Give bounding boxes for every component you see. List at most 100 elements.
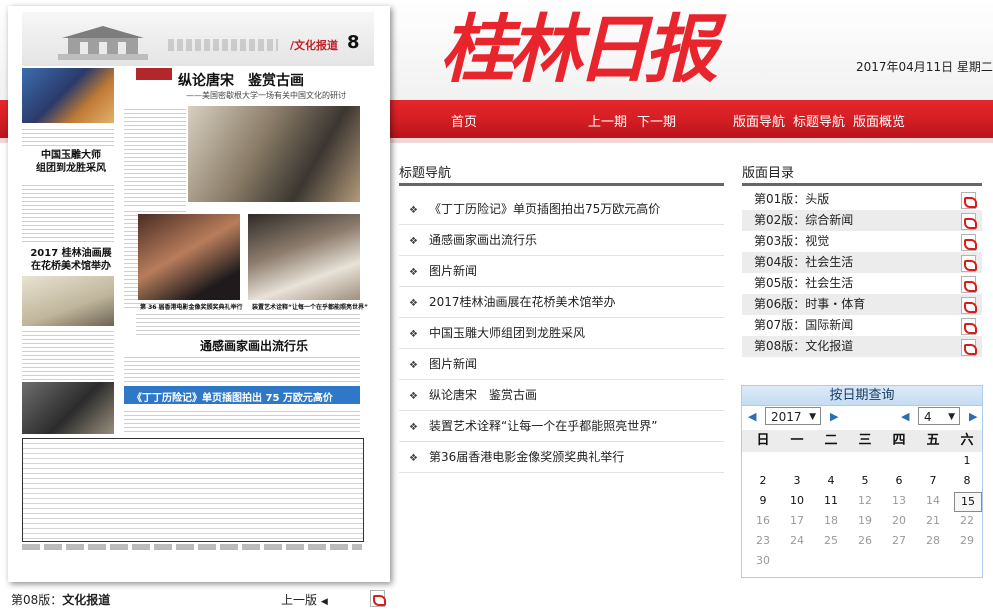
calendar-day[interactable]: 30	[750, 552, 776, 570]
title-nav-item-label: 装置艺术诠释“让每一个在乎都能照亮世界”	[429, 419, 658, 433]
title-nav-divider	[399, 183, 724, 186]
directory-item[interactable]: 第08版：文化报道	[742, 336, 982, 357]
title-nav-heading: 标题导航	[399, 166, 452, 181]
title-nav-item-label: 《丁丁历险记》单页插图拍出75万欧元高价	[429, 202, 661, 216]
prev-page-link[interactable]: 上一版 ◀	[281, 591, 328, 608]
nav-prev-issue-link[interactable]: 上一期	[588, 111, 627, 130]
next-month-arrow-icon[interactable]: ▶	[969, 410, 977, 423]
exhibition-photo	[188, 106, 360, 202]
calendar-day[interactable]: 28	[920, 532, 946, 550]
nav-page-nav-link[interactable]: 版面导航	[733, 111, 785, 130]
directory-item-label: 第06版：时事・体育	[754, 297, 866, 311]
nav-title-nav-link[interactable]: 标题导航	[793, 111, 845, 130]
bullet-icon: ❖	[409, 360, 418, 371]
masthead-logo: 桂林日报	[440, 7, 718, 93]
weekday-label: 四	[892, 433, 906, 448]
title-nav-item[interactable]: ❖ 第36届香港电影金像奖颁奖典礼举行	[399, 442, 724, 473]
directory-item-label: 第08版：文化报道	[754, 339, 854, 353]
title-nav-item[interactable]: ❖ 2017桂林油画展在花桥美术馆举办	[399, 287, 724, 318]
month-select-value: 4	[924, 410, 932, 424]
calendar-day[interactable]: 16	[750, 512, 776, 530]
pdf-icon[interactable]	[961, 255, 977, 272]
directory-item[interactable]: 第07版：国际新闻	[742, 315, 982, 336]
bullet-icon: ❖	[409, 267, 418, 278]
directory-item[interactable]: 第01版：头版	[742, 189, 982, 210]
weekday-label: 六	[960, 433, 974, 448]
calendar-day[interactable]: 13	[886, 492, 912, 510]
calendar-day[interactable]: 14	[920, 492, 946, 510]
calendar-day[interactable]: 19	[852, 512, 878, 530]
calendar-day[interactable]: 15	[954, 492, 982, 512]
calendar-day[interactable]: 1	[954, 452, 980, 470]
classified-ads-block	[22, 438, 364, 542]
calendar-day[interactable]: 5	[852, 472, 878, 490]
title-nav-item[interactable]: ❖ 纵论唐宋 鉴赏古画	[399, 380, 724, 411]
title-nav-item-label: 中国玉雕大师组团到龙胜采风	[429, 326, 586, 340]
year-select[interactable]: 2017 ▼	[765, 407, 821, 425]
nav-home-link[interactable]: 首页	[451, 111, 477, 130]
calendar-day[interactable]: 3	[784, 472, 810, 490]
calendar-day[interactable]: 8	[954, 472, 980, 490]
title-nav-item[interactable]: ❖ 通感画家画出流行乐	[399, 225, 724, 256]
directory-list: 第01版：头版 第02版：综合新闻 第03版：视觉 第04版：社会生活 第05版…	[742, 189, 982, 357]
calendar-day[interactable]: 7	[920, 472, 946, 490]
nav-page-overview-link[interactable]: 版面概览	[853, 111, 905, 130]
calendar-day[interactable]: 23	[750, 532, 776, 550]
pdf-download-icon[interactable]	[370, 590, 386, 607]
calendar-title: 按日期查询	[742, 386, 982, 406]
pdf-icon[interactable]	[961, 318, 977, 335]
calendar-day[interactable]: 17	[784, 512, 810, 530]
current-page-label: 第08版：	[11, 593, 63, 607]
calendar-day[interactable]: 11	[818, 492, 844, 510]
month-select[interactable]: 4 ▼	[918, 407, 960, 425]
prev-month-arrow-icon[interactable]: ◀	[901, 410, 909, 423]
calendar-day[interactable]: 12	[852, 492, 878, 510]
calendar-day[interactable]: 18	[818, 512, 844, 530]
pdf-icon[interactable]	[961, 339, 977, 356]
title-nav-item-label: 纵论唐宋 鉴赏古画	[429, 388, 538, 402]
people-photo	[22, 382, 114, 434]
pdf-icon[interactable]	[961, 192, 977, 209]
weekday-label: 二	[824, 433, 838, 448]
calendar-day[interactable]: 4	[818, 472, 844, 490]
chevron-down-icon: ▼	[948, 412, 955, 422]
prev-year-arrow-icon[interactable]: ◀	[748, 410, 756, 423]
pdf-icon[interactable]	[961, 276, 977, 293]
pdf-icon[interactable]	[961, 297, 977, 314]
calendar-day[interactable]: 9	[750, 492, 776, 510]
title-nav-item[interactable]: ❖ 装置艺术诠释“让每一个在乎都能照亮世界”	[399, 411, 724, 442]
banner-tiny-text	[168, 39, 278, 51]
directory-item[interactable]: 第05版：社会生活	[742, 273, 982, 294]
calendar-day[interactable]: 27	[886, 532, 912, 550]
calendar-day[interactable]: 20	[886, 512, 912, 530]
tag-red-label	[136, 68, 172, 80]
left-column-body-2	[22, 328, 114, 380]
title-nav-item[interactable]: ❖ 图片新闻	[399, 256, 724, 287]
calendar-day[interactable]: 25	[818, 532, 844, 550]
directory-item[interactable]: 第06版：时事・体育	[742, 294, 982, 315]
banner-gate-image	[58, 26, 148, 60]
calendar-day[interactable]: 6	[886, 472, 912, 490]
pdf-icon[interactable]	[961, 213, 977, 230]
calendar-day[interactable]: 10	[784, 492, 810, 510]
calendar-day[interactable]: 29	[954, 532, 980, 550]
next-year-arrow-icon[interactable]: ▶	[830, 410, 838, 423]
directory-item-label: 第03版：视觉	[754, 234, 830, 248]
installation-caption: 装置艺术诠释“让每一个在乎都能照亮世界”	[252, 304, 368, 311]
directory-item[interactable]: 第03版：视觉	[742, 231, 982, 252]
directory-item[interactable]: 第04版：社会生活	[742, 252, 982, 273]
calendar-day[interactable]: 21	[920, 512, 946, 530]
newspaper-page-image[interactable]: /文化报道 8 中国玉雕大师 组团到龙胜采风 2017 桂林油画展 在花桥美术馆…	[8, 6, 390, 582]
calendar-day[interactable]: 24	[784, 532, 810, 550]
current-page-caption: 第08版：文化报道	[11, 591, 110, 608]
calendar-day[interactable]: 2	[750, 472, 776, 490]
title-nav-item[interactable]: ❖ 中国玉雕大师组团到龙胜采风	[399, 318, 724, 349]
title-nav-item[interactable]: ❖ 图片新闻	[399, 349, 724, 380]
weekday-label: 五	[926, 433, 940, 448]
calendar-day[interactable]: 22	[954, 512, 980, 530]
calendar-day[interactable]: 26	[852, 532, 878, 550]
directory-item[interactable]: 第02版：综合新闻	[742, 210, 982, 231]
nav-next-issue-link[interactable]: 下一期	[637, 111, 676, 130]
pdf-icon[interactable]	[961, 234, 977, 251]
title-nav-item[interactable]: ❖ 《丁丁历险记》单页插图拍出75万欧元高价	[399, 194, 724, 225]
